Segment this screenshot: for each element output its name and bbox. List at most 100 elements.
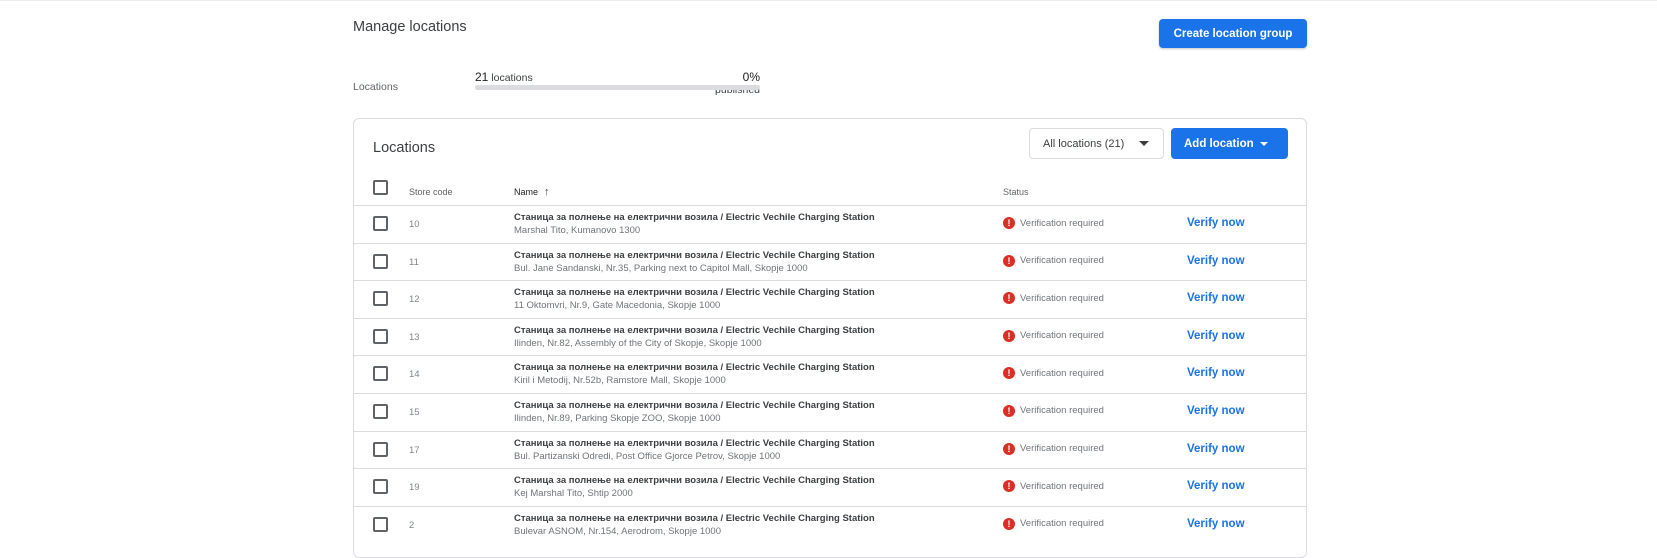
row-checkbox[interactable] [373,441,388,457]
error-alert-icon: ! [1003,329,1015,342]
error-alert-icon: ! [1003,404,1015,417]
column-header-store-code: Store code [409,187,453,197]
verify-now-link[interactable]: Verify now [1187,217,1245,229]
error-alert-icon: ! [1003,254,1015,267]
status-text: Verification required [1020,518,1104,530]
location-name[interactable]: Станица за полнење на електрични возила … [514,362,875,373]
store-code: 2 [409,519,415,531]
store-code: 19 [409,482,420,494]
verify-now-link[interactable]: Verify now [1187,330,1245,342]
error-alert-icon: ! [1003,442,1015,455]
add-location-button[interactable]: Add location [1171,128,1288,159]
status-text: Verification required [1020,330,1104,342]
location-name[interactable]: Станица за полнење на електрични возила … [514,250,875,261]
location-address: Kej Marshal Tito, Shtip 2000 [514,488,633,500]
error-alert-icon: ! [1003,217,1015,229]
store-code: 14 [409,369,420,381]
location-address: Bulevar ASNOM, Nr.154, Aerodrom, Skopje … [514,525,721,537]
status-badge: ! Verification required [1003,517,1104,530]
location-name[interactable]: Станица за полнење на електрични возила … [514,325,875,336]
create-location-group-button[interactable]: Create location group [1159,19,1307,48]
table-row[interactable]: 2 Станица за полнење на електрични возила… [354,505,1306,544]
location-name[interactable]: Станица за полнење на електрични возила … [514,438,875,449]
verify-now-link[interactable]: Verify now [1187,255,1245,267]
row-checkbox[interactable] [373,328,388,344]
locations-count-value: 21 [475,70,489,84]
error-alert-icon: ! [1003,367,1015,380]
location-address: Kiril i Metodij, Nr.52b, Ramstore Mall, … [514,375,726,387]
location-name[interactable]: Станица за полнење на електрични возила … [514,475,875,486]
status-text: Verification required [1020,480,1104,492]
status-text: Verification required [1020,367,1104,379]
column-header-name-label: Name [514,187,539,197]
error-alert-icon: ! [1003,517,1015,530]
row-checkbox[interactable] [373,291,388,307]
location-address: Marshal Tito, Kumanovo 1300 [514,225,641,236]
error-alert-icon: ! [1003,480,1015,493]
row-checkbox[interactable] [373,479,388,495]
status-badge: ! Verification required [1003,442,1104,455]
location-name[interactable]: Станица за полнење на електрични возила … [514,513,875,524]
sort-ascending-icon: ↑ [544,186,550,198]
table-row[interactable]: 14 Станица за полнење на електрични возил… [354,355,1306,393]
table-row[interactable]: 13 Станица за полнење на електрични возил… [354,317,1306,356]
page-title: Manage locations [353,19,467,35]
published-percent-value: 0% [742,70,760,84]
locations-card: Locations All locations (21) Add locatio… [353,118,1307,558]
column-header-name[interactable]: Name ↑ [514,186,550,198]
status-text: Verification required [1020,292,1104,304]
row-checkbox[interactable] [373,366,388,382]
error-alert-icon: ! [1003,292,1015,305]
manage-locations-page: Manage locations Create location group L… [0,0,1657,558]
table-row[interactable]: 19 Станица за полнење на електрични возил… [354,468,1306,506]
verify-now-link[interactable]: Verify now [1187,405,1245,417]
status-text: Verification required [1020,217,1104,229]
location-name[interactable]: Станица за полнење на електрични возила … [514,287,875,298]
column-header-status: Status [1003,187,1029,197]
table-row[interactable]: 10 Станица за полнење на електрични возил… [354,205,1306,243]
store-code: 13 [409,331,420,343]
location-address: Ilinden, Nr.89, Parking Skopje ZOO, Skop… [514,412,721,424]
verify-now-link[interactable]: Verify now [1187,367,1245,379]
location-name[interactable]: Станица за полнење на електрични возила … [514,212,875,223]
location-filter-value: All locations (21) [1043,137,1125,150]
card-title: Locations [373,140,436,156]
location-address: 11 Oktomvri, Nr.9, Gate Macedonia, Skopj… [514,300,721,312]
status-text: Verification required [1020,405,1104,417]
table-row[interactable]: 12 Станица за полнење на електрични возил… [354,280,1306,318]
row-checkbox[interactable] [373,253,388,269]
verify-now-link[interactable]: Verify now [1187,518,1245,530]
status-badge: ! Verification required [1003,480,1104,493]
row-checkbox[interactable] [373,516,388,532]
row-checkbox[interactable] [373,216,388,231]
status-text: Verification required [1020,443,1104,455]
store-code: 17 [409,444,420,456]
row-checkbox[interactable] [373,403,388,419]
status-text: Verification required [1020,255,1104,267]
location-name[interactable]: Станица за полнење на електрични возила … [514,400,875,411]
table-row[interactable]: 15 Станица за полнење на електрични возил… [354,392,1306,431]
status-badge: ! Verification required [1003,329,1104,342]
location-address: Ilinden, Nr.82, Assembly of the City of … [514,337,762,349]
locations-count: 21 locations [475,70,533,84]
select-all-checkbox[interactable] [373,180,388,195]
verify-now-link[interactable]: Verify now [1187,443,1245,455]
locations-table-body: 10 Станица за полнење на електрични возил… [354,205,1306,543]
store-code: 15 [409,406,420,418]
summary-label: Locations [353,81,398,93]
store-code: 11 [409,256,419,268]
status-badge: ! Verification required [1003,367,1104,380]
store-code: 10 [409,219,420,230]
status-badge: ! Verification required [1003,404,1104,417]
verify-now-link[interactable]: Verify now [1187,480,1245,492]
table-row[interactable]: 17 Станица за полнење на електрични возил… [354,430,1306,469]
table-row[interactable]: 11 Станица за полнење на електрични возил… [354,242,1306,281]
status-badge: ! Verification required [1003,254,1104,267]
location-address: Bul. Jane Sandanski, Nr.35, Parking next… [514,262,808,274]
dropdown-caret-icon [1259,141,1268,146]
table-header: Store code Name ↑ Status [354,171,1306,205]
verify-now-link[interactable]: Verify now [1187,292,1245,304]
dropdown-caret-icon [1139,141,1149,146]
location-filter-dropdown[interactable]: All locations (21) [1029,128,1164,159]
location-address: Bul. Partizanski Odredi, Post Office Gjo… [514,450,781,462]
